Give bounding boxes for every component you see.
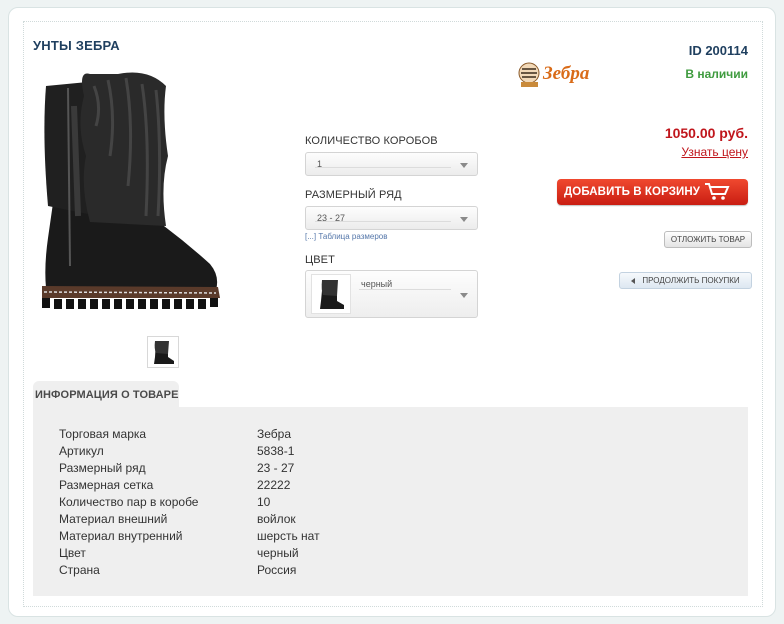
chevron-down-icon <box>460 293 468 298</box>
add-to-cart-button[interactable]: ДОБАВИТЬ В КОРЗИНУ <box>557 179 748 205</box>
info-value: 5838-1 <box>257 444 295 458</box>
info-key: Торговая марка <box>59 427 147 441</box>
tab-product-info-label: ИНФОРМАЦИЯ О ТОВАРЕ <box>35 389 179 401</box>
info-value: шерсть нат <box>257 529 320 543</box>
select-divider <box>315 221 451 222</box>
postpone-button[interactable]: ОТЛОЖИТЬ ТОВАР <box>664 231 752 248</box>
size-range-select[interactable]: 23 - 27 <box>305 206 478 230</box>
boot-thumbnail-icon <box>154 341 174 364</box>
color-select[interactable]: черный <box>305 270 478 318</box>
chevron-left-icon <box>631 277 636 284</box>
product-id: ID 200114 <box>688 43 748 58</box>
postpone-label: ОТЛОЖИТЬ ТОВАР <box>670 235 746 244</box>
info-value: войлок <box>257 512 296 526</box>
info-key: Количество пар в коробе <box>59 495 199 509</box>
brand-logo[interactable]: Зебра <box>516 60 592 90</box>
product-thumbnail[interactable] <box>147 336 179 368</box>
product-title: УНТЫ ЗЕБРА <box>33 38 120 53</box>
shopping-cart-icon <box>705 183 730 200</box>
boot-swatch-icon <box>320 280 344 309</box>
continue-shopping-label: ПРОДОЛЖИТЬ ПОКУПКИ <box>642 276 740 285</box>
product-main-image[interactable] <box>38 66 223 326</box>
color-value: черный <box>361 279 393 289</box>
add-to-cart-label: ДОБАВИТЬ В КОРЗИНУ <box>564 186 701 198</box>
zebra-mascot-icon <box>518 62 540 87</box>
ask-price-link[interactable]: Узнать цену <box>681 145 748 159</box>
boxes-select[interactable]: 1 <box>305 152 478 176</box>
info-key: Материал внутренний <box>59 529 183 543</box>
product-info-panel: Торговая марка Зебра Артикул 5838-1 Разм… <box>33 407 748 596</box>
info-value: 22222 <box>257 478 291 492</box>
size-range-label: РАЗМЕРНЫЙ РЯД <box>305 189 402 201</box>
info-key: Размерная сетка <box>59 478 154 492</box>
select-divider <box>315 167 451 168</box>
boot-image-icon <box>42 72 220 309</box>
chevron-down-icon <box>460 217 468 222</box>
info-key: Цвет <box>59 546 86 560</box>
boxes-label: КОЛИЧЕСТВО КОРОБОВ <box>305 135 438 147</box>
info-value: Зебра <box>257 427 292 441</box>
select-divider <box>359 289 451 290</box>
color-swatch <box>311 274 351 314</box>
continue-shopping-button[interactable]: ПРОДОЛЖИТЬ ПОКУПКИ <box>619 272 752 289</box>
availability-status: В наличии <box>685 67 748 81</box>
size-table-link[interactable]: [...] Таблица размеров <box>305 232 388 241</box>
info-value: Россия <box>257 563 297 577</box>
info-key: Артикул <box>59 444 104 458</box>
info-key: Страна <box>59 563 100 577</box>
info-key: Размерный ряд <box>59 461 146 475</box>
color-label: ЦВЕТ <box>305 254 335 266</box>
info-value: 10 <box>257 495 271 509</box>
info-value: 23 - 27 <box>257 461 295 475</box>
info-key: Материал внешний <box>59 512 168 526</box>
tab-product-info[interactable]: ИНФОРМАЦИЯ О ТОВАРЕ <box>33 381 179 408</box>
chevron-down-icon <box>460 163 468 168</box>
product-price: 1050.00 руб. <box>664 125 748 141</box>
brand-logo-text: Зебра <box>543 63 590 84</box>
info-value: черный <box>257 546 299 560</box>
